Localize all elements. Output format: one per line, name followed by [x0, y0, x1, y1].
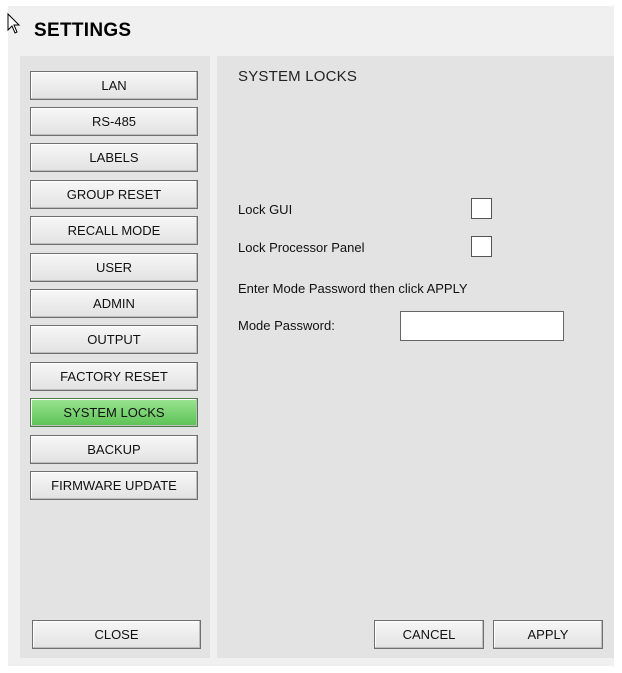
apply-button[interactable]: APPLY [493, 620, 603, 649]
sidebar-item-output[interactable]: OUTPUT [30, 325, 198, 354]
close-button[interactable]: CLOSE [32, 620, 201, 649]
sidebar-item-labels[interactable]: LABELS [30, 143, 198, 172]
sidebar-item-recall-mode[interactable]: RECALL MODE [30, 216, 198, 245]
sidebar-item-rs485[interactable]: RS-485 [30, 107, 198, 136]
section-title: SYSTEM LOCKS [238, 68, 358, 85]
sidebar-item-system-locks[interactable]: SYSTEM LOCKS [30, 398, 198, 427]
sidebar-item-admin[interactable]: ADMIN [30, 289, 198, 318]
sidebar-item-lan[interactable]: LAN [30, 71, 198, 100]
lock-gui-checkbox[interactable] [471, 198, 492, 219]
cancel-button[interactable]: CANCEL [374, 620, 484, 649]
sidebar-item-group-reset[interactable]: GROUP RESET [30, 180, 198, 209]
page-title: SETTINGS [34, 20, 132, 41]
sidebar-item-backup[interactable]: BACKUP [30, 435, 198, 464]
content-panel [217, 56, 614, 658]
instruction-text: Enter Mode Password then click APPLY [238, 281, 468, 296]
lock-gui-label: Lock GUI [238, 202, 293, 217]
mode-password-input[interactable] [400, 311, 564, 341]
mode-password-label: Mode Password: [238, 318, 335, 333]
lock-processor-panel-label: Lock Processor Panel [238, 240, 365, 255]
sidebar-item-user[interactable]: USER [30, 253, 198, 282]
sidebar-item-factory-reset[interactable]: FACTORY RESET [30, 362, 198, 391]
sidebar-item-firmware-update[interactable]: FIRMWARE UPDATE [30, 471, 198, 500]
lock-processor-panel-checkbox[interactable] [471, 236, 492, 257]
arrow-cursor-icon [7, 12, 21, 34]
